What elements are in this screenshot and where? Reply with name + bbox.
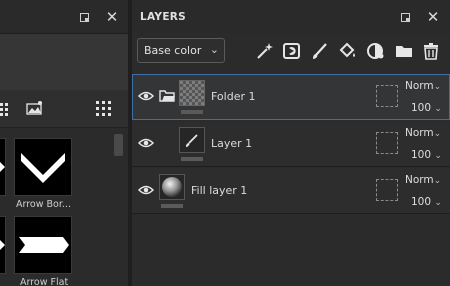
folder-icon[interactable] bbox=[394, 41, 414, 61]
layer-opacity[interactable]: 100 ⌄ bbox=[411, 149, 442, 161]
mask-slot[interactable] bbox=[376, 85, 398, 107]
layer-thumbnail bbox=[179, 80, 205, 106]
layers-panel-header: LAYERS ✕ bbox=[132, 0, 450, 34]
layer-opacity-value: 100 bbox=[411, 149, 432, 161]
chevron-down-icon: ⌄ bbox=[434, 104, 442, 114]
mask-icon[interactable] bbox=[282, 41, 302, 61]
trash-icon[interactable] bbox=[421, 41, 441, 61]
sphere-icon bbox=[162, 177, 182, 197]
image-icon[interactable] bbox=[26, 100, 44, 116]
shape-tile-partial[interactable] bbox=[0, 138, 6, 196]
layer-row-fill-layer-1[interactable]: Fill layer 1 Norm⌄ 100 ⌄ bbox=[132, 168, 450, 214]
shape-tile-arrow-flat[interactable] bbox=[14, 216, 72, 274]
shape-label: Arrow Flat bbox=[20, 277, 69, 286]
thumbnail-bar bbox=[181, 157, 203, 161]
list-view-icon[interactable] bbox=[0, 103, 8, 116]
thumbnail-bar bbox=[161, 204, 183, 208]
app-root: ✕ Arrow Bor... Arrow Flat LAYERS ✕ Base … bbox=[0, 0, 450, 286]
magic-wand-icon[interactable] bbox=[255, 41, 275, 61]
shape-tile-partial[interactable] bbox=[0, 216, 6, 274]
layer-name: Layer 1 bbox=[211, 137, 253, 150]
layers-panel: LAYERS ✕ Base color ⌄ Folder 1 Norm⌄ 100… bbox=[132, 0, 450, 286]
layer-name: Folder 1 bbox=[211, 90, 256, 103]
shelf-content-area bbox=[0, 34, 128, 90]
brush-icon[interactable] bbox=[310, 41, 330, 61]
shelf-panel: ✕ Arrow Bor... Arrow Flat bbox=[0, 0, 128, 286]
chevron-down-icon: ⌄ bbox=[434, 151, 442, 161]
grid-view-icon[interactable] bbox=[96, 101, 111, 116]
restore-panel-icon[interactable] bbox=[77, 10, 91, 24]
chevron-down-icon: ⌄ bbox=[433, 176, 442, 186]
thumbnail-bar bbox=[181, 110, 203, 114]
layer-blend-mode[interactable]: Norm⌄ bbox=[405, 174, 441, 186]
chevron-down-icon: ⌄ bbox=[209, 43, 219, 56]
layer-blend-mode[interactable]: Norm⌄ bbox=[405, 127, 441, 139]
shelf-scrollbar-thumb[interactable] bbox=[114, 134, 123, 156]
eye-icon[interactable] bbox=[138, 90, 154, 102]
brush-icon bbox=[186, 134, 198, 147]
layer-opacity-value: 100 bbox=[411, 196, 432, 208]
layer-blend-value: Norm bbox=[405, 174, 434, 186]
layer-thumbnail bbox=[179, 127, 205, 153]
close-panel-icon[interactable]: ✕ bbox=[105, 10, 119, 25]
folder-open-icon[interactable] bbox=[159, 90, 176, 102]
shape-label: Arrow Bor... bbox=[16, 199, 71, 210]
layer-blend-value: Norm bbox=[405, 80, 434, 92]
effects-icon[interactable] bbox=[366, 41, 386, 61]
layer-row-layer-1[interactable]: Layer 1 Norm⌄ 100 ⌄ bbox=[132, 121, 450, 167]
mask-slot[interactable] bbox=[376, 179, 398, 201]
layer-opacity[interactable]: 100 ⌄ bbox=[411, 102, 442, 114]
layer-row-folder-1[interactable]: Folder 1 Norm⌄ 100 ⌄ bbox=[132, 74, 450, 120]
layer-blend-mode[interactable]: Norm⌄ bbox=[405, 80, 441, 92]
shelf-toolbar bbox=[0, 90, 128, 128]
shape-tile-arrow-border[interactable] bbox=[14, 138, 72, 196]
layer-opacity-value: 100 bbox=[411, 102, 432, 114]
eye-icon[interactable] bbox=[138, 184, 154, 196]
chevron-down-icon: ⌄ bbox=[433, 82, 442, 92]
layer-thumbnail bbox=[159, 174, 185, 200]
chevron-down-icon: ⌄ bbox=[433, 129, 442, 139]
layer-blend-value: Norm bbox=[405, 127, 434, 139]
paint-bucket-icon[interactable] bbox=[338, 41, 358, 61]
layer-name: Fill layer 1 bbox=[191, 184, 248, 197]
shelf-panel-header: ✕ bbox=[0, 0, 128, 34]
panel-title: LAYERS bbox=[140, 11, 187, 23]
blend-mode-select-value: Base color bbox=[144, 44, 202, 57]
layers-toolbar: Base color ⌄ bbox=[132, 34, 450, 72]
blend-mode-select[interactable]: Base color ⌄ bbox=[137, 38, 225, 63]
chevron-down-icon: ⌄ bbox=[434, 198, 442, 208]
mask-slot[interactable] bbox=[376, 132, 398, 154]
close-panel-icon[interactable]: ✕ bbox=[426, 10, 440, 25]
eye-icon[interactable] bbox=[138, 137, 154, 149]
restore-panel-icon[interactable] bbox=[398, 10, 412, 24]
shapes-grid: Arrow Bor... Arrow Flat bbox=[0, 128, 112, 286]
layer-opacity[interactable]: 100 ⌄ bbox=[411, 196, 442, 208]
